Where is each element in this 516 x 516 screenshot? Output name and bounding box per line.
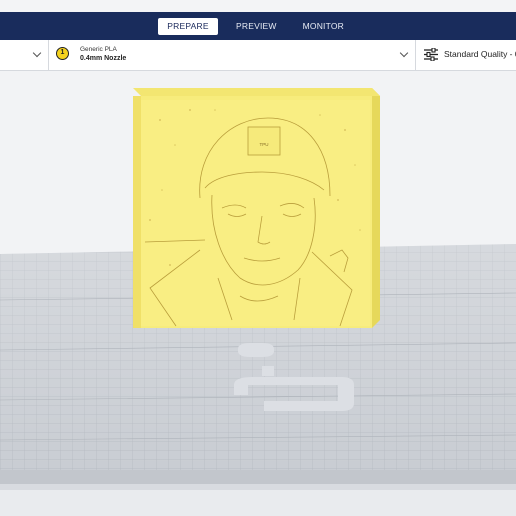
extruder-icon: 1 <box>56 47 69 60</box>
print-profile-label: Standard Quality - 0 <box>444 49 516 59</box>
svg-text:TPU: TPU <box>260 142 269 147</box>
material-selector[interactable]: 1 Generic PLA 0.4mm Nozzle <box>49 40 416 70</box>
stage-tabs: PREPARE PREVIEW MONITOR <box>158 18 362 35</box>
print-setup-toolbar: 1 Generic PLA 0.4mm Nozzle Standard Qual… <box>0 40 516 71</box>
lithophane-model[interactable]: TPU <box>133 96 372 328</box>
tab-monitor[interactable]: MONITOR <box>295 18 352 35</box>
printer-selector[interactable] <box>0 40 49 70</box>
3d-viewport[interactable]: TPU <box>0 71 516 516</box>
tab-prepare[interactable]: PREPARE <box>158 18 218 35</box>
scene-render: TPU <box>0 71 516 516</box>
chevron-down-icon <box>32 48 42 58</box>
tab-preview[interactable]: PREVIEW <box>228 18 285 35</box>
material-name: Generic PLA <box>80 46 117 53</box>
nozzle-size: 0.4mm Nozzle <box>80 55 127 62</box>
chevron-down-icon <box>399 48 409 58</box>
settings-sliders-icon <box>424 48 438 61</box>
window-top-strip <box>0 0 516 12</box>
print-settings-selector[interactable]: Standard Quality - 0 <box>416 40 516 70</box>
model-top-face <box>133 88 380 96</box>
model-side-face <box>372 88 380 328</box>
